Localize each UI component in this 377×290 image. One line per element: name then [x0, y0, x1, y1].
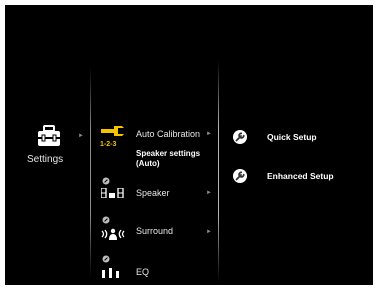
speaker-icon	[101, 188, 124, 198]
menu-item-label: Surround	[136, 226, 174, 236]
expand-arrow-icon: ►	[78, 133, 84, 139]
surround-icon	[101, 228, 125, 240]
wrench-small-icon	[102, 177, 110, 185]
menu-item-speaker[interactable]: Speaker ►	[97, 177, 215, 203]
enhanced-setup-option[interactable]: Enhanced Setup	[233, 169, 363, 185]
menu-item-label: Speaker	[136, 188, 170, 198]
quick-setup-label: Quick Setup	[267, 132, 317, 142]
settings-label: Settings	[27, 154, 64, 165]
chevron-right-icon: ►	[206, 229, 212, 235]
menu-item-surround[interactable]: Surround ►	[97, 216, 215, 244]
divider-right	[218, 60, 219, 282]
menu-item-eq[interactable]: EQ	[97, 255, 215, 285]
toolbox-icon	[38, 125, 60, 146]
wrench-icon	[233, 169, 247, 183]
wrench-small-icon	[102, 216, 110, 224]
divider-left	[90, 67, 91, 277]
eq-icon	[102, 268, 119, 278]
wrench-small-icon	[102, 255, 110, 263]
menu-item-auto-calibration[interactable]: 1-2-3 Auto Calibration ► Speaker setting…	[97, 125, 215, 180]
settings-screen: Settings ► 1-2-3 Auto Calibration ► Spea…	[5, 5, 373, 285]
wrench-icon	[101, 126, 124, 136]
chevron-right-icon: ►	[206, 131, 212, 137]
menu-item-label: EQ	[136, 267, 150, 277]
auto-calibration-123-icon: 1-2-3	[100, 141, 117, 148]
chevron-right-icon: ►	[206, 190, 212, 196]
settings-category[interactable]: Settings	[23, 125, 75, 175]
quick-setup-option[interactable]: Quick Setup	[233, 130, 353, 146]
menu-item-label: Auto Calibration	[136, 129, 201, 139]
wrench-icon	[233, 130, 247, 144]
enhanced-setup-label: Enhanced Setup	[267, 171, 334, 181]
menu-item-description: Speaker settings (Auto)	[136, 149, 201, 168]
